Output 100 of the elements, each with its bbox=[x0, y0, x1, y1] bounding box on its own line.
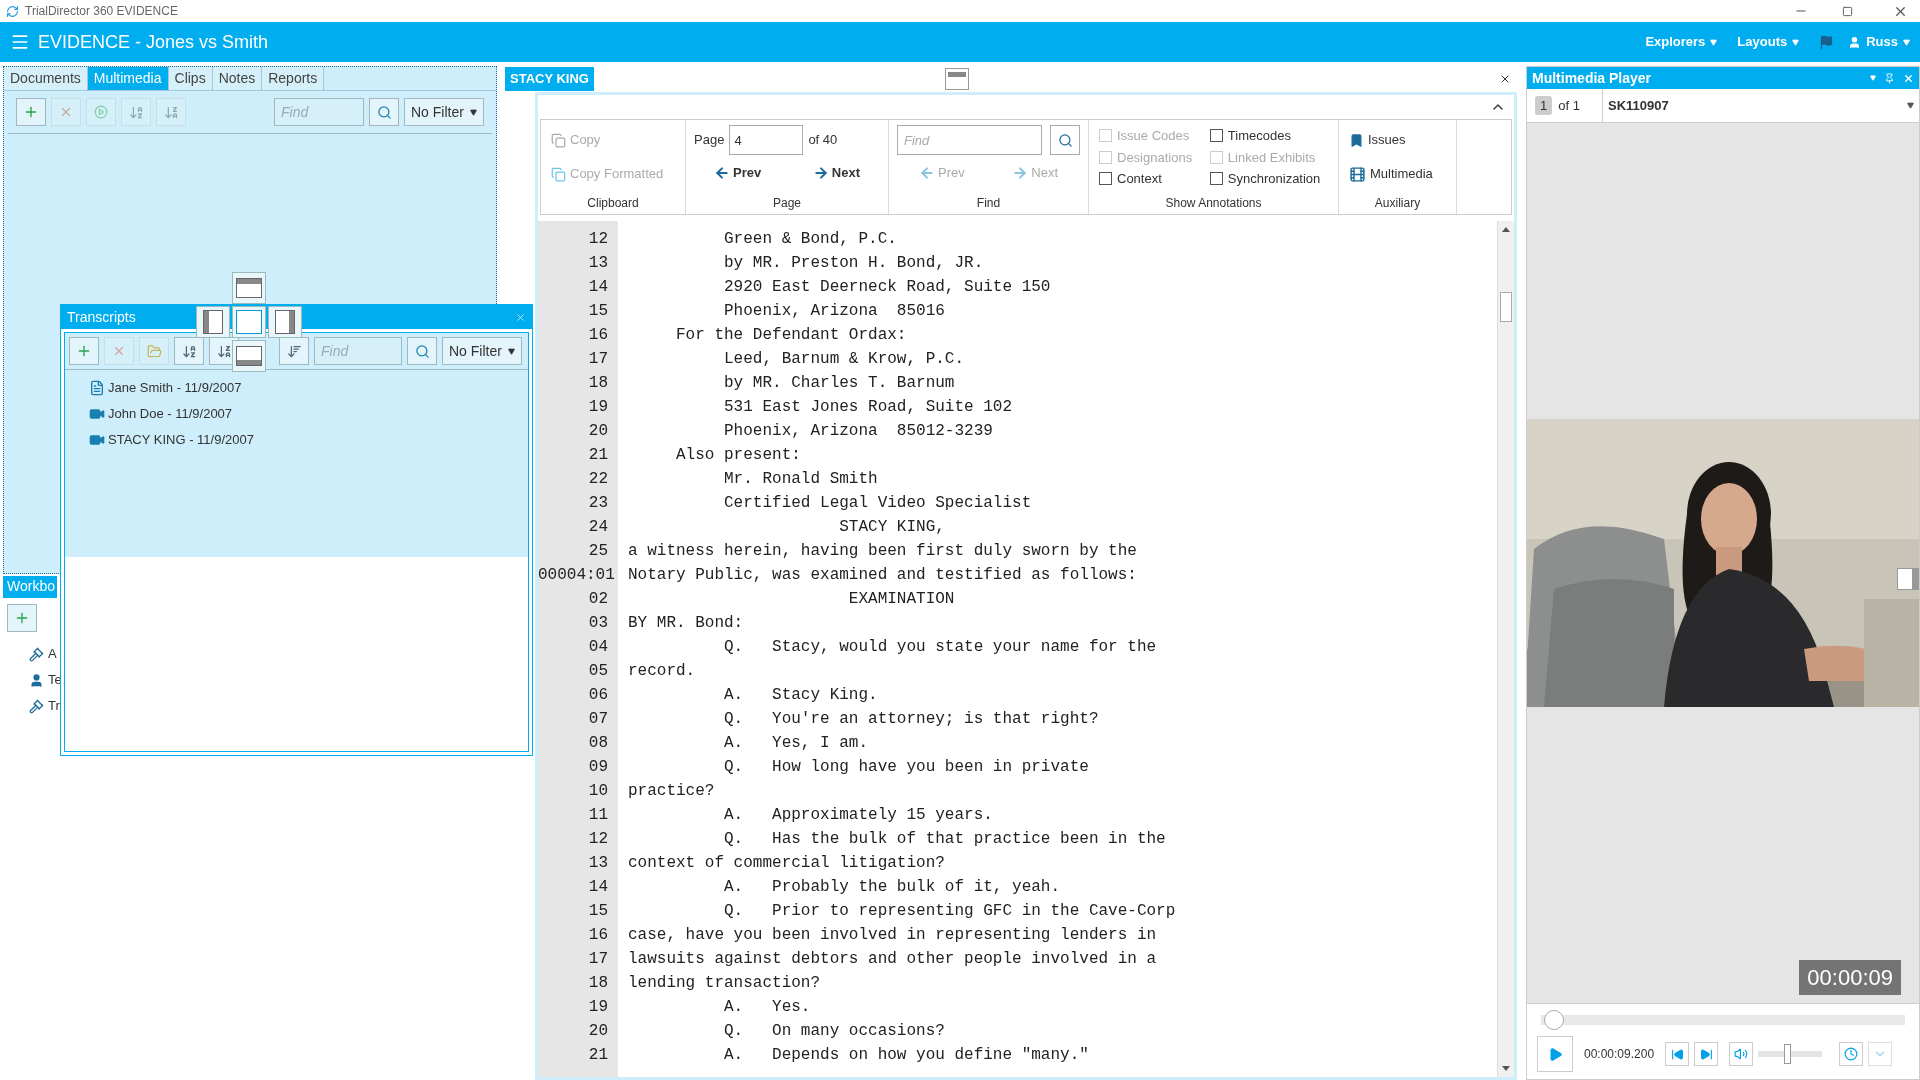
caret-icon bbox=[1710, 38, 1718, 46]
page-field[interactable]: 4 bbox=[729, 125, 804, 155]
line-number: 15 bbox=[587, 901, 609, 922]
document-icon bbox=[89, 380, 105, 396]
add-button[interactable] bbox=[7, 604, 37, 632]
transcript-line: lending transaction? bbox=[627, 973, 821, 994]
sort-icon bbox=[128, 104, 144, 120]
open-folder-button[interactable] bbox=[139, 337, 169, 365]
explorer-tab[interactable]: Documents bbox=[4, 67, 88, 90]
dock-top-icon[interactable] bbox=[945, 68, 969, 90]
skip-back-button[interactable] bbox=[1665, 1042, 1690, 1066]
search-icon bbox=[1057, 132, 1073, 148]
sort-by-time-button[interactable] bbox=[279, 337, 309, 365]
next-page-button[interactable]: Next bbox=[812, 163, 860, 183]
transcript-item[interactable]: STACY KING - 11/9/2007 bbox=[108, 430, 254, 450]
line-number: 16 bbox=[587, 925, 609, 946]
line-number: 07 bbox=[587, 709, 609, 730]
play-icon bbox=[94, 105, 108, 119]
line-number: 06 bbox=[587, 685, 609, 706]
case-title: EVIDENCE - Jones vs Smith bbox=[38, 30, 269, 54]
search-icon bbox=[414, 343, 430, 359]
dock-right-icon[interactable] bbox=[1897, 568, 1919, 590]
dock-bottom-icon[interactable] bbox=[232, 340, 266, 372]
transcript-line: Q. Stacy, would you state your name for the bbox=[723, 637, 1157, 658]
explorer-tab[interactable]: Clips bbox=[168, 67, 213, 90]
dock-top-icon[interactable] bbox=[232, 272, 266, 304]
transcript-line: Q. Has the bulk of that practice been in the bbox=[723, 829, 1166, 850]
annotation-checkbox[interactable] bbox=[1209, 129, 1223, 143]
transcript-line: 2920 East Deerneck Road, Suite 150 bbox=[723, 277, 1051, 298]
annotation-checkbox[interactable] bbox=[1209, 172, 1223, 186]
play-button[interactable] bbox=[86, 98, 116, 126]
speaker-icon bbox=[1734, 1047, 1749, 1061]
filter-dropdown[interactable]: No Filter bbox=[442, 337, 522, 365]
transcript-line: Phoenix, Arizona 85016 bbox=[723, 301, 945, 322]
volume-thumb[interactable] bbox=[1783, 1044, 1791, 1064]
line-number: 15 bbox=[587, 301, 609, 322]
caret-icon[interactable] bbox=[1870, 75, 1876, 81]
add-button[interactable] bbox=[69, 337, 99, 365]
volume-slider[interactable] bbox=[1758, 1044, 1823, 1064]
explorer-tab[interactable]: Reports bbox=[262, 67, 325, 90]
dock-left-icon[interactable] bbox=[196, 306, 230, 338]
dock-center-icon[interactable] bbox=[232, 306, 266, 338]
pin-icon[interactable] bbox=[1884, 72, 1895, 84]
folder-icon bbox=[146, 343, 162, 359]
transcript-line: by MR. Charles T. Barnum bbox=[723, 373, 955, 394]
add-button[interactable] bbox=[16, 98, 46, 126]
transcript-line: Q. Prior to representing GFC in the Cave-Corp bbox=[723, 901, 1176, 922]
search-button[interactable] bbox=[369, 98, 399, 126]
flag-icon[interactable] bbox=[1819, 34, 1835, 50]
dock-right-icon[interactable] bbox=[268, 306, 302, 338]
panel-title: Multimedia Player bbox=[1532, 68, 1652, 88]
workbook-item[interactable]: Tr bbox=[48, 696, 60, 716]
copy-icon bbox=[551, 166, 566, 182]
position-slider[interactable] bbox=[1541, 1010, 1905, 1030]
transcript-item[interactable]: Jane Smith - 11/9/2007 bbox=[108, 378, 242, 398]
menu-icon[interactable] bbox=[10, 32, 30, 52]
clock-button[interactable] bbox=[1839, 1042, 1864, 1066]
skip-forward-button[interactable] bbox=[1694, 1042, 1719, 1066]
video-camera-icon bbox=[89, 406, 105, 422]
issues-button[interactable]: Issues bbox=[1349, 128, 1446, 152]
sort-ascending-button[interactable] bbox=[174, 337, 204, 365]
transcript-item[interactable]: John Doe - 11/9/2007 bbox=[108, 404, 233, 424]
workbook-item[interactable]: A bbox=[48, 644, 57, 664]
line-number: 22 bbox=[587, 469, 609, 490]
line-number: 04 bbox=[587, 637, 609, 658]
line-number: 21 bbox=[587, 445, 609, 466]
position-thumb[interactable] bbox=[1544, 1010, 1565, 1030]
x-icon bbox=[59, 105, 73, 119]
clip-dropdown[interactable]: SK110907 bbox=[1603, 89, 1919, 122]
transcript-line: Leed, Barnum & Krow, P.C. bbox=[723, 349, 965, 370]
play-button[interactable] bbox=[1537, 1036, 1573, 1072]
prev-page-button[interactable]: Prev bbox=[714, 163, 762, 183]
search-button[interactable] bbox=[1050, 125, 1080, 155]
transcript-line: practice? bbox=[627, 781, 715, 802]
group-label: Show Annotations bbox=[1164, 195, 1263, 212]
caret-icon bbox=[508, 347, 515, 355]
search-button[interactable] bbox=[407, 337, 437, 365]
find-field[interactable]: Find bbox=[314, 337, 402, 365]
find-field[interactable]: Find bbox=[897, 125, 1042, 155]
transcript-line: by MR. Preston H. Bond, JR. bbox=[723, 253, 984, 274]
find-field[interactable]: Find bbox=[274, 98, 364, 126]
annotation-checkbox[interactable] bbox=[1099, 172, 1112, 186]
transcript-line: Green & Bond, P.C. bbox=[723, 229, 897, 250]
group-label: Page bbox=[772, 195, 802, 212]
restore-icon[interactable] bbox=[1842, 5, 1853, 17]
scrollbar[interactable] bbox=[1497, 221, 1514, 1077]
close-icon[interactable] bbox=[1499, 73, 1511, 85]
multimedia-button[interactable]: Multimedia bbox=[1349, 162, 1446, 186]
annotation-label: Context bbox=[1117, 170, 1162, 188]
transcript-line: A. Depends on how you define "many." bbox=[723, 1045, 1089, 1066]
plus-icon bbox=[76, 343, 92, 359]
clock-icon bbox=[1844, 1047, 1859, 1061]
filter-dropdown[interactable]: No Filter bbox=[404, 98, 484, 126]
volume-button[interactable] bbox=[1729, 1042, 1754, 1066]
gavel-icon bbox=[29, 698, 44, 714]
clip-count: of 1 bbox=[1558, 96, 1580, 115]
explorer-tab[interactable]: Notes bbox=[212, 67, 263, 90]
group-label: Auxiliary bbox=[1373, 195, 1422, 212]
play-icon bbox=[1547, 1046, 1563, 1062]
line-number: 00004:01 bbox=[538, 565, 616, 586]
